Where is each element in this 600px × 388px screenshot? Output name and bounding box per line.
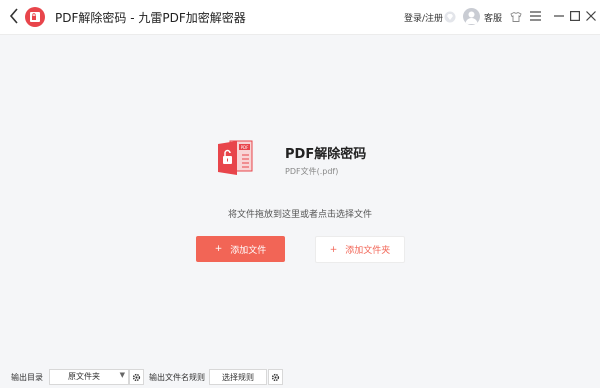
naming-rule-label: 输出文件名规则	[149, 373, 205, 382]
output-dir-select[interactable]: 原文件夹 ▼	[49, 369, 129, 385]
gear-icon	[132, 373, 141, 381]
page-title: PDF解除密码	[285, 147, 367, 162]
avatar[interactable]	[463, 8, 480, 25]
window-title: PDF解除密码 - 九雷PDF加密解密器	[55, 11, 246, 25]
back-button[interactable]	[6, 8, 22, 26]
supported-format-label: PDF文件(.pdf)	[285, 167, 339, 176]
customer-service-link[interactable]: 客服	[484, 11, 502, 24]
pdf-badge-text: PDF	[241, 145, 249, 150]
maximize-icon[interactable]	[570, 10, 580, 22]
menu-icon[interactable]	[530, 11, 541, 21]
pdf-lock-logo-icon	[30, 12, 40, 22]
close-icon[interactable]	[586, 10, 596, 22]
output-dir-value: 原文件夹	[68, 372, 100, 381]
drop-zone-hint[interactable]: 将文件拖放到这里或者点击选择文件	[0, 207, 600, 220]
gear-icon	[271, 373, 280, 381]
vip-diamond-icon	[444, 11, 456, 23]
title-bar: PDF解除密码 - 九雷PDF加密解密器 登录/注册 客服	[0, 0, 600, 35]
skin-icon[interactable]	[510, 11, 522, 23]
add-file-button[interactable]: + 添加文件	[196, 236, 285, 262]
add-folder-label: 添加文件夹	[345, 246, 391, 256]
add-folder-button[interactable]: + 添加文件夹	[315, 236, 405, 263]
user-icon	[465, 11, 478, 24]
select-rule-button[interactable]: 选择规则	[209, 369, 267, 385]
pdf-lock-icon: PDF	[218, 140, 253, 175]
output-dir-settings-button[interactable]	[129, 369, 144, 385]
plus-icon: +	[214, 244, 223, 254]
naming-rule-settings-button[interactable]	[268, 369, 283, 385]
plus-icon: +	[329, 244, 338, 255]
minimize-icon[interactable]	[554, 10, 564, 22]
chevron-left-icon	[9, 8, 18, 24]
caret-down-icon: ▼	[119, 371, 125, 379]
login-register-link[interactable]: 登录/注册	[404, 11, 443, 24]
app-logo	[25, 7, 45, 27]
add-file-label: 添加文件	[230, 245, 267, 256]
output-dir-label: 输出目录	[11, 373, 43, 382]
